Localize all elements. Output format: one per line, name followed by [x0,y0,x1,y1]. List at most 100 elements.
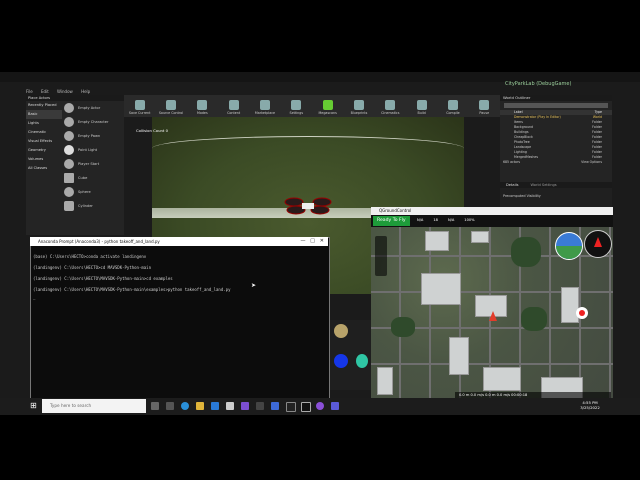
windows-start-icon[interactable]: ⊞ [30,401,40,411]
toolbar-settings-button[interactable]: Settings [281,95,312,117]
close-icon[interactable]: ✕ [320,238,324,244]
toolbar-label: Source Control [158,111,184,115]
modes-icon [197,100,208,110]
terminal-title: Anaconda Prompt (Anaconda3) - python tak… [38,239,160,244]
tab-world-settings[interactable]: World Settings [524,182,562,188]
actor-icon [64,103,74,113]
outliner-title: World Outliner [500,95,612,101]
toolbar-compile-button[interactable]: Compile [437,95,468,117]
terminal-titlebar[interactable]: Anaconda Prompt (Anaconda3) - python tak… [30,237,328,246]
task-view-icon[interactable] [151,402,159,410]
toolbar-save-button[interactable]: Save Current [124,95,155,117]
place-item[interactable]: Sphere [62,185,124,199]
search-placeholder: Type here to search [50,403,92,408]
map-building [561,287,579,323]
outliner-search[interactable] [504,103,608,108]
toolbar-label: Megascans [318,111,337,115]
place-item[interactable]: Cylinder [62,199,124,213]
minimize-icon[interactable]: — [301,238,306,244]
place-actors-panel: Place Actors Recently Placed Basic Light… [26,95,124,235]
place-item-label: Player Start [78,162,100,166]
app-icon[interactable] [331,402,339,410]
place-item-label: Cylinder [78,204,93,208]
terminal-app-icon[interactable] [286,402,296,412]
visual-studio-icon[interactable] [241,402,249,410]
map-building [377,367,393,395]
place-item[interactable]: Empty Pawn [62,129,124,143]
content-icon [228,100,239,110]
tab-details[interactable]: Details [500,182,524,188]
map-building [471,231,489,243]
toolbar-label: Content [227,111,241,115]
battery-status[interactable]: 100% [464,218,474,222]
pause-icon [479,100,490,110]
material-thumbnail[interactable] [334,324,348,338]
material-thumbnail[interactable] [356,354,368,368]
taskbar-search-input[interactable]: Type here to search [42,399,146,413]
place-item[interactable]: Cube [62,171,124,185]
toolbar-modes-button[interactable]: Modes [187,95,218,117]
category-basic[interactable]: Basic [26,110,62,119]
toolbar-cinematics-button[interactable]: Cinematics [375,95,406,117]
place-item-label: Sphere [78,190,91,194]
toolbar-content-button[interactable]: Content [218,95,249,117]
place-item[interactable]: Empty Actor [62,101,124,115]
category-geometry[interactable]: Geometry [26,146,62,155]
toolbar-blueprints-button[interactable]: Blueprints [343,95,374,117]
map-trees [521,307,547,331]
satellite-count[interactable]: 18 [433,218,438,222]
gps-status[interactable]: N/A [417,218,423,222]
ready-to-fly-badge[interactable]: Ready To Fly [373,216,410,226]
anaconda-terminal[interactable]: (base) C:\Users\HECTO>conda activate lan… [30,237,330,399]
toolbar-pause-button[interactable]: Pause [469,95,500,117]
map-building [421,273,461,305]
material-thumbnail[interactable] [334,354,348,368]
category-visual-effects[interactable]: Visual Effects [26,137,62,146]
map-building [483,367,521,391]
menu-file[interactable]: File [26,89,33,94]
rc-status[interactable]: N/A [448,218,454,222]
category-lights[interactable]: Lights [26,119,62,128]
toolbar-source-control-button[interactable]: Source Control [155,95,186,117]
taskbar-clock[interactable]: 4:55 PM 3/25/2022 [570,400,610,410]
mail-icon[interactable] [211,402,219,410]
category-all-classes[interactable]: All Classes [26,164,62,173]
actor-count: 685 actors [503,160,520,164]
place-item[interactable]: Player Start [62,157,124,171]
mouse-cursor-icon: ➤ [251,282,257,289]
telemetry-values: 0.0 m 0.0 m/s 0.0 m 0.0 m/s 00:00:18 [459,393,528,397]
app-icon[interactable] [316,402,324,410]
map-trees [391,317,415,337]
ground-control-titlebar[interactable]: QGroundControl [371,207,613,215]
menu-window[interactable]: Window [57,89,73,94]
player-start-icon [64,159,74,169]
precomputed-visibility-section[interactable]: Precomputed Visibility [500,188,612,204]
map-tool-strip[interactable] [375,236,387,276]
menu-help[interactable]: Help [81,89,90,94]
gear-icon [291,100,302,110]
toolbar-megascans-button[interactable]: Megascans [312,95,343,117]
view-options-button[interactable]: View Options [581,160,602,165]
unreal-app-icon[interactable] [301,402,311,412]
category-recently-placed[interactable]: Recently Placed [26,101,62,110]
place-item[interactable]: Point Light [62,143,124,157]
toolbar-build-button[interactable]: Build [406,95,437,117]
app-icon[interactable] [271,402,279,410]
toolbar-marketplace-button[interactable]: Marketplace [249,95,280,117]
app-icon[interactable] [256,402,264,410]
widgets-icon[interactable] [166,402,174,410]
save-icon [134,100,145,110]
map-building [449,337,469,375]
place-item[interactable]: Empty Character [62,115,124,129]
maximize-icon[interactable]: □ [310,238,315,244]
terminal-line: (landingenv) C:\Users\HECTO\MAVSDK-Pytho… [33,287,231,292]
attitude-indicator [555,232,583,260]
file-explorer-icon[interactable] [196,402,204,410]
edge-icon[interactable] [181,402,189,410]
record-button[interactable] [576,307,588,319]
toolbar-label: Blueprints [350,111,368,115]
category-cinematic[interactable]: Cinematic [26,128,62,137]
menu-edit[interactable]: Edit [41,89,49,94]
category-volumes[interactable]: Volumes [26,155,62,164]
store-icon[interactable] [226,402,234,410]
